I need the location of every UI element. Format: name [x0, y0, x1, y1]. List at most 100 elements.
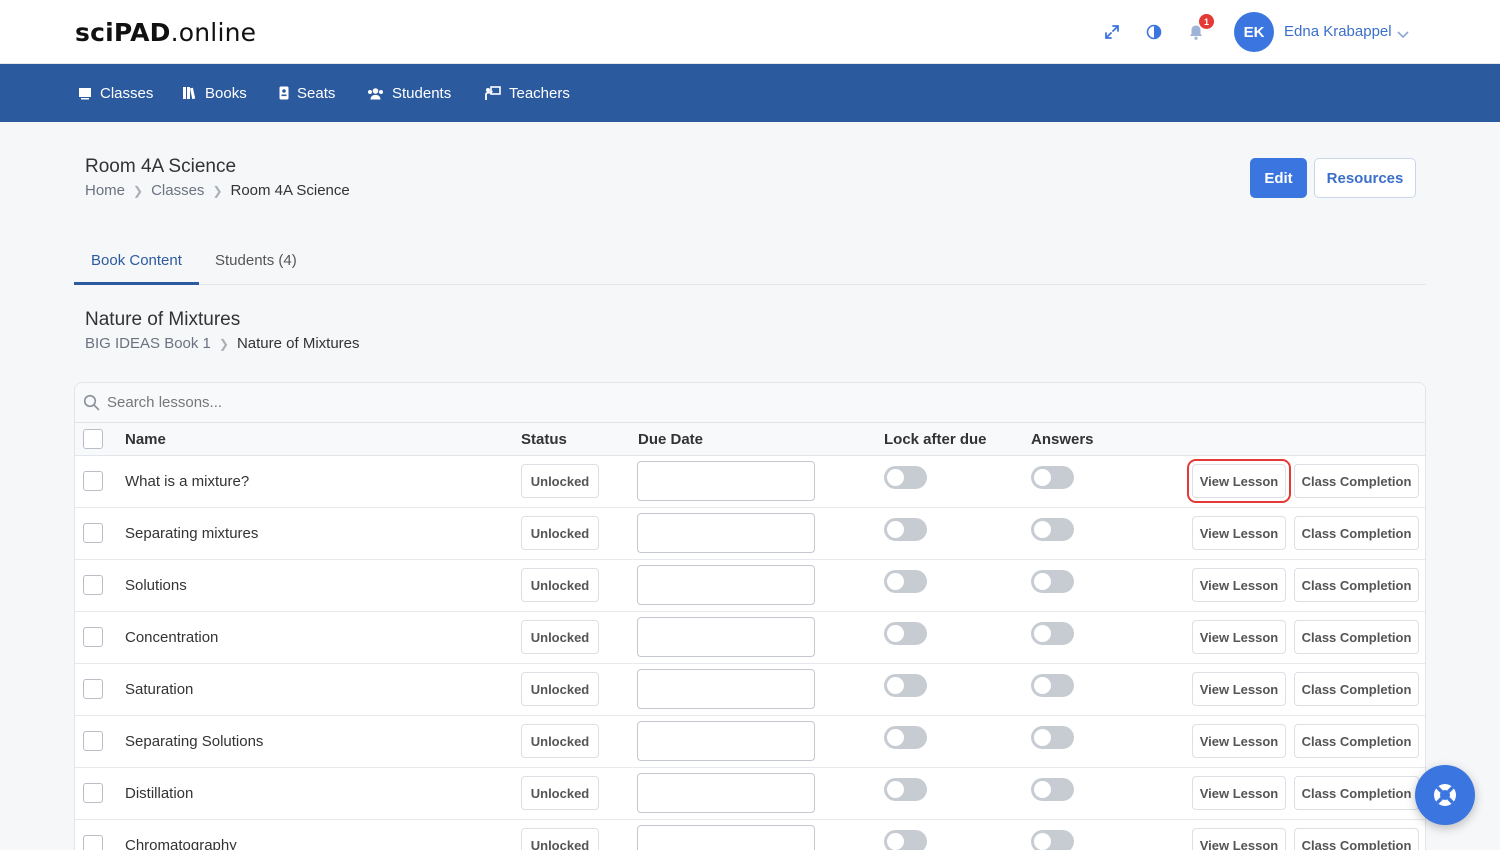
answers-toggle[interactable]	[1031, 726, 1074, 749]
view-lesson-button[interactable]: View Lesson	[1192, 776, 1286, 810]
search-icon	[83, 394, 100, 411]
avatar[interactable]: EK	[1234, 12, 1274, 52]
column-header-name[interactable]: Name	[125, 431, 166, 448]
lock-after-due-toggle[interactable]	[884, 570, 927, 593]
id-badge-icon	[279, 86, 289, 100]
chevron-down-icon[interactable]	[1397, 26, 1409, 44]
view-lesson-button[interactable]: View Lesson	[1192, 568, 1286, 602]
class-completion-button[interactable]: Class Completion	[1294, 464, 1419, 498]
user-name[interactable]: Edna Krabappel	[1284, 23, 1392, 40]
answers-toggle[interactable]	[1031, 674, 1074, 697]
chalkboard-icon	[79, 87, 91, 99]
tab-book-content[interactable]: Book Content	[74, 236, 199, 285]
table-row: What is a mixture? Unlocked View Lesson …	[75, 456, 1425, 508]
answers-toggle[interactable]	[1031, 830, 1074, 850]
app-logo[interactable]: sciPAD.online	[75, 18, 256, 47]
answers-toggle[interactable]	[1031, 518, 1074, 541]
tab-students[interactable]: Students (4)	[198, 236, 314, 284]
class-completion-button[interactable]: Class Completion	[1294, 620, 1419, 654]
lock-after-due-toggle[interactable]	[884, 778, 927, 801]
column-header-due-date[interactable]: Due Date	[638, 431, 703, 448]
due-date-input[interactable]	[637, 721, 815, 761]
edit-button[interactable]: Edit	[1250, 158, 1307, 198]
nav-item-seats[interactable]: Seats	[279, 84, 335, 102]
table-row: Separating mixtures Unlocked View Lesson…	[75, 508, 1425, 560]
lock-after-due-toggle[interactable]	[884, 674, 927, 697]
page-title: Room 4A Science	[85, 156, 237, 177]
row-checkbox[interactable]	[83, 523, 103, 543]
nav-item-teachers[interactable]: Teachers	[485, 84, 570, 102]
resources-button[interactable]: Resources	[1314, 158, 1416, 198]
status-button[interactable]: Unlocked	[521, 516, 599, 550]
lock-after-due-toggle[interactable]	[884, 466, 927, 489]
due-date-input[interactable]	[637, 617, 815, 657]
status-button[interactable]: Unlocked	[521, 828, 599, 850]
column-header-lock-after-due[interactable]: Lock after due	[884, 431, 987, 448]
answers-toggle[interactable]	[1031, 570, 1074, 593]
row-checkbox[interactable]	[83, 783, 103, 803]
due-date-input[interactable]	[637, 669, 815, 709]
breadcrumb-home[interactable]: Home	[85, 182, 125, 199]
class-completion-button[interactable]: Class Completion	[1294, 828, 1419, 850]
contrast-icon[interactable]	[1144, 22, 1164, 42]
row-checkbox[interactable]	[83, 575, 103, 595]
class-completion-button[interactable]: Class Completion	[1294, 776, 1419, 810]
lock-after-due-toggle[interactable]	[884, 726, 927, 749]
table-row: Distillation Unlocked View Lesson Class …	[75, 768, 1425, 820]
main-nav: Classes Books Seats Students Teachers	[0, 64, 1500, 122]
search-input[interactable]	[107, 394, 707, 411]
answers-toggle[interactable]	[1031, 466, 1074, 489]
breadcrumb-book[interactable]: BIG IDEAS Book 1	[85, 335, 211, 352]
teacher-icon	[485, 85, 501, 100]
lock-after-due-toggle[interactable]	[884, 622, 927, 645]
due-date-input[interactable]	[637, 461, 815, 501]
class-completion-button[interactable]: Class Completion	[1294, 724, 1419, 758]
lessons-table: Name Status Due Date Lock after due Answ…	[74, 382, 1426, 850]
view-lesson-button[interactable]: View Lesson	[1192, 516, 1286, 550]
due-date-input[interactable]	[637, 513, 815, 553]
status-button[interactable]: Unlocked	[521, 464, 599, 498]
nav-item-books[interactable]: Books	[182, 84, 247, 102]
due-date-input[interactable]	[637, 825, 815, 850]
class-completion-button[interactable]: Class Completion	[1294, 516, 1419, 550]
breadcrumb: Home ❯ Classes ❯ Room 4A Science	[85, 182, 350, 199]
view-lesson-button[interactable]: View Lesson	[1192, 828, 1286, 850]
answers-toggle[interactable]	[1031, 622, 1074, 645]
table-row: Solutions Unlocked View Lesson Class Com…	[75, 560, 1425, 612]
lesson-name: Saturation	[125, 681, 194, 698]
row-checkbox[interactable]	[83, 731, 103, 751]
row-checkbox[interactable]	[83, 471, 103, 491]
class-completion-button[interactable]: Class Completion	[1294, 568, 1419, 602]
nav-item-students[interactable]: Students	[367, 84, 451, 102]
search-bar	[75, 383, 1425, 423]
view-lesson-button[interactable]: View Lesson	[1187, 459, 1291, 503]
due-date-input[interactable]	[637, 565, 815, 605]
view-lesson-button[interactable]: View Lesson	[1192, 620, 1286, 654]
view-lesson-button[interactable]: View Lesson	[1192, 724, 1286, 758]
row-checkbox[interactable]	[83, 679, 103, 699]
notification-badge: 1	[1199, 14, 1214, 29]
bell-icon[interactable]: 1	[1186, 14, 1214, 42]
class-completion-button[interactable]: Class Completion	[1294, 672, 1419, 706]
answers-toggle[interactable]	[1031, 778, 1074, 801]
help-button[interactable]	[1415, 765, 1475, 825]
status-button[interactable]: Unlocked	[521, 776, 599, 810]
row-checkbox[interactable]	[83, 835, 103, 850]
column-header-answers[interactable]: Answers	[1031, 431, 1094, 448]
status-button[interactable]: Unlocked	[521, 672, 599, 706]
column-header-status[interactable]: Status	[521, 431, 567, 448]
status-button[interactable]: Unlocked	[521, 724, 599, 758]
table-row: Saturation Unlocked View Lesson Class Co…	[75, 664, 1425, 716]
select-all-checkbox[interactable]	[83, 429, 103, 449]
view-lesson-button[interactable]: View Lesson	[1192, 672, 1286, 706]
chevron-right-icon: ❯	[212, 183, 223, 198]
status-button[interactable]: Unlocked	[521, 620, 599, 654]
due-date-input[interactable]	[637, 773, 815, 813]
fullscreen-icon[interactable]	[1102, 22, 1122, 42]
breadcrumb-classes[interactable]: Classes	[151, 182, 204, 199]
lock-after-due-toggle[interactable]	[884, 830, 927, 850]
row-checkbox[interactable]	[83, 627, 103, 647]
status-button[interactable]: Unlocked	[521, 568, 599, 602]
lock-after-due-toggle[interactable]	[884, 518, 927, 541]
nav-item-classes[interactable]: Classes	[78, 84, 153, 102]
